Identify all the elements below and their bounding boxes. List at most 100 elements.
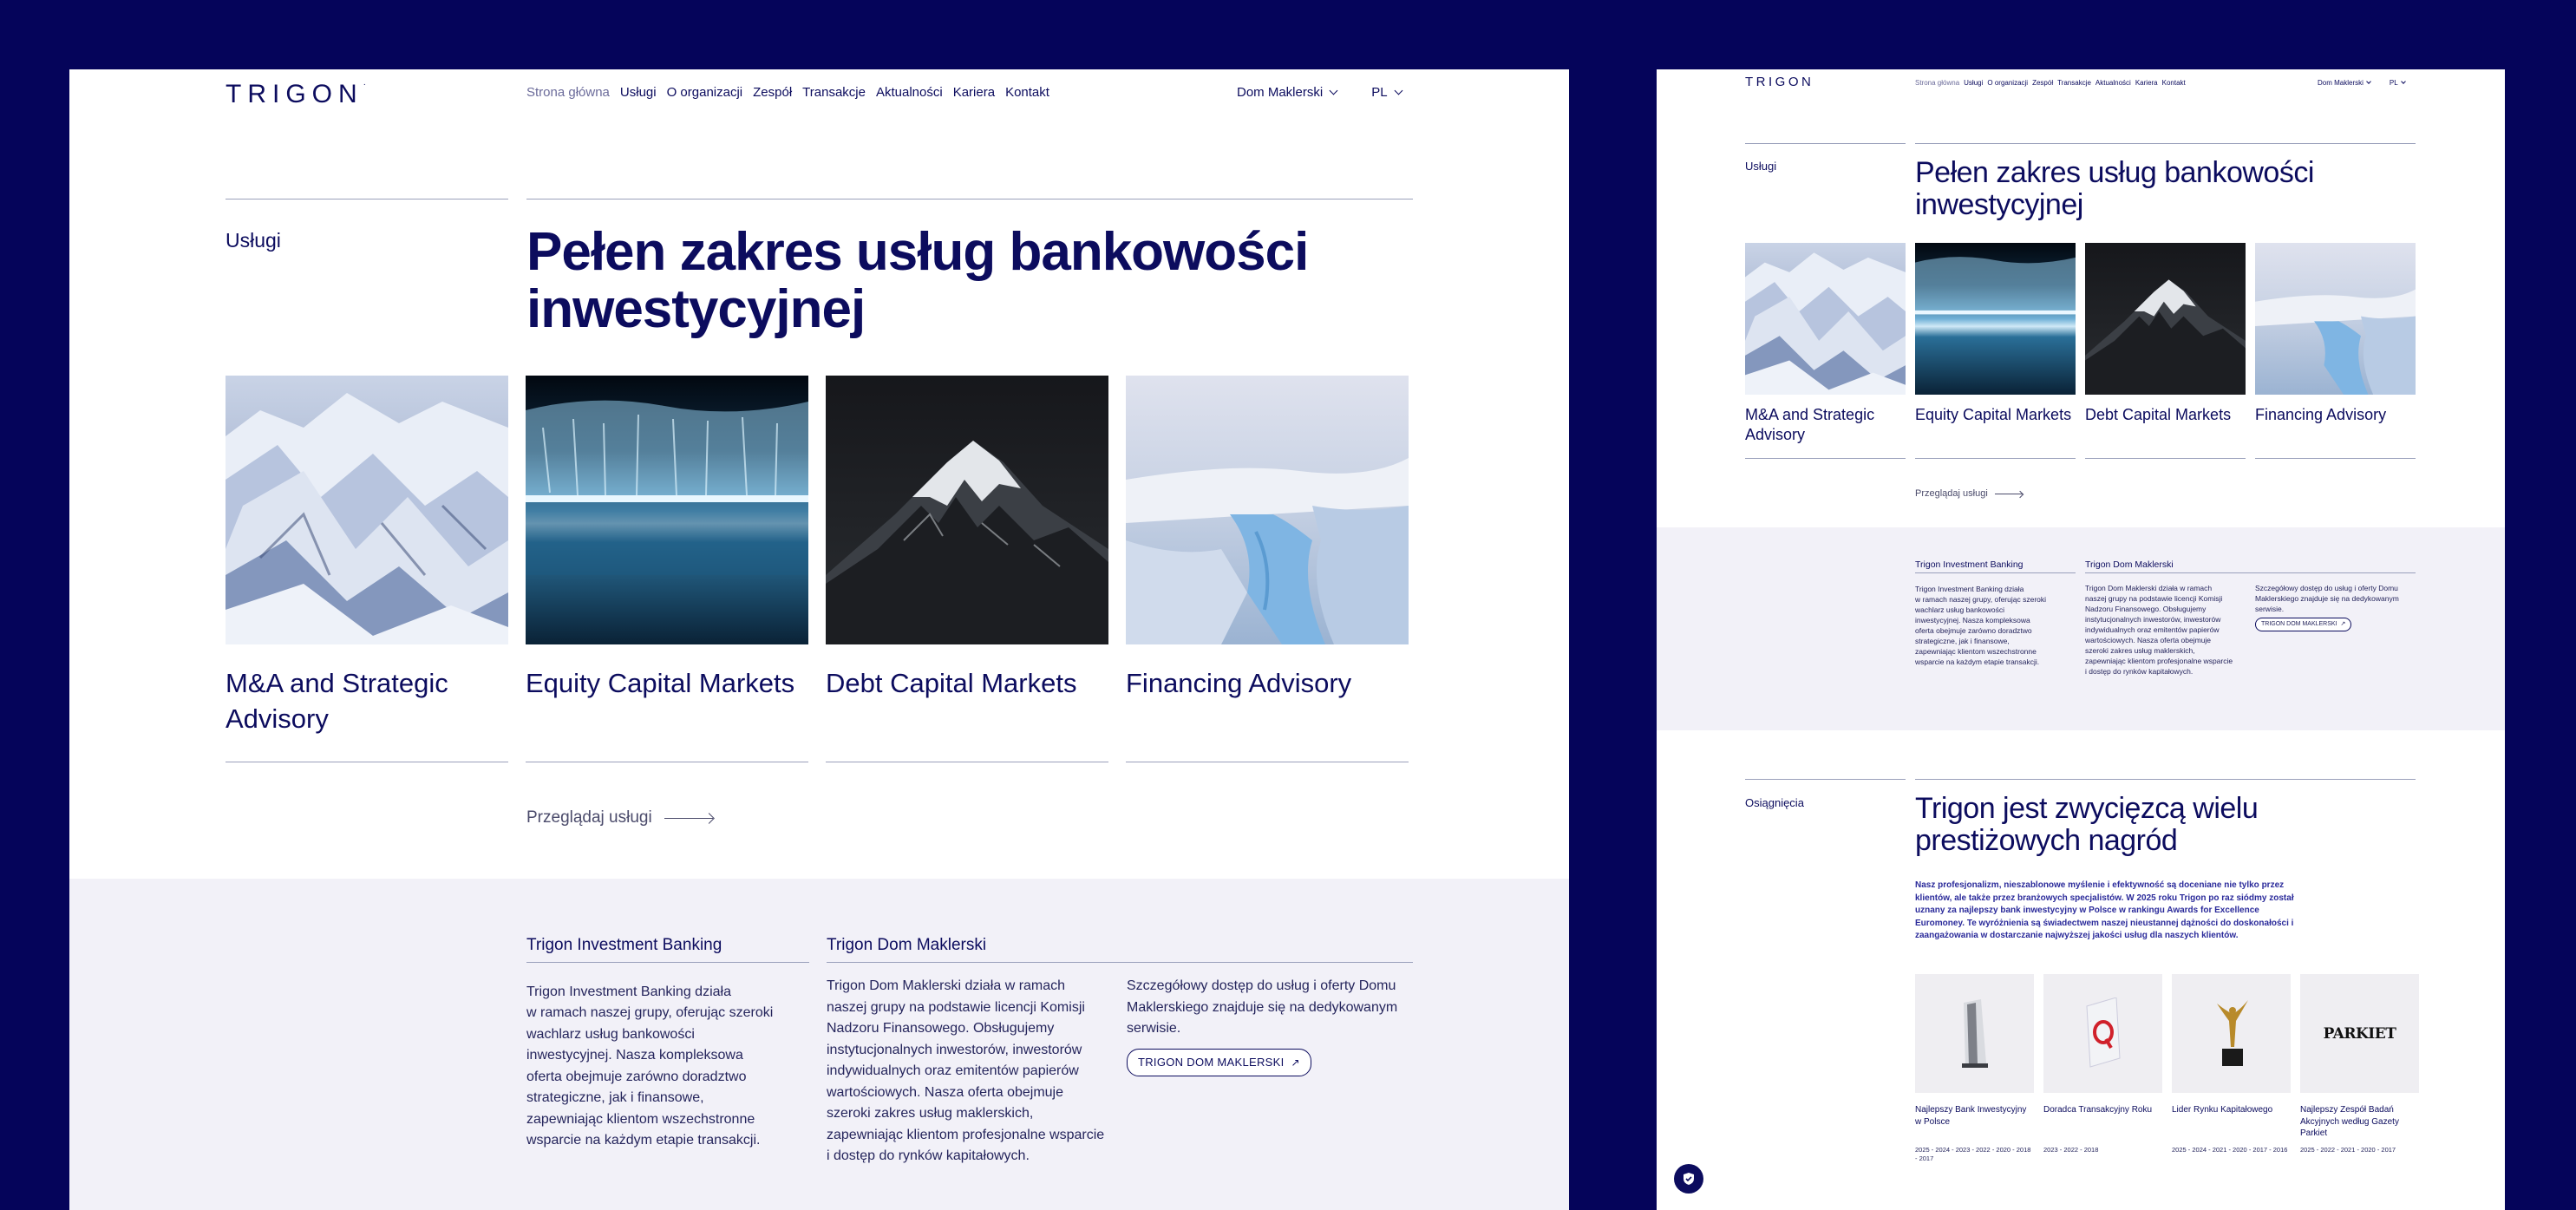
nav-about[interactable]: O organizacji <box>1987 79 2028 87</box>
service-card-title: Equity Capital Markets <box>526 665 808 762</box>
nav-news[interactable]: Aktualności <box>2095 79 2131 87</box>
service-card-financing[interactable]: Financing Advisory <box>2255 243 2416 459</box>
parkiet-logo-icon: PARKIET <box>2300 974 2419 1093</box>
award-years: 2025 - 2024 - 2023 - 2022 - 2020 - 2018 … <box>1915 1146 2031 1162</box>
chevron-down-icon <box>1394 86 1402 95</box>
nav-transactions[interactable]: Transakcje <box>2057 79 2091 87</box>
external-link-icon: ↗ <box>2340 621 2346 627</box>
service-card-title: Financing Advisory <box>1126 665 1409 762</box>
info-text: Szczegółowy dostęp do usług i oferty Dom… <box>2255 584 2399 613</box>
nav-contact[interactable]: Kontakt <box>2162 79 2186 87</box>
info-col-dm: Trigon Dom Maklerski <box>827 935 1413 982</box>
services-title: Pełen zakres usług bankowości inwestycyj… <box>526 222 1309 339</box>
info-heading: Trigon Investment Banking <box>526 935 809 963</box>
nav-right: Dom Maklerski PL <box>1237 85 1402 100</box>
scaled-page-preview: TRIGON Strona główna Usługi O organizacj… <box>1657 69 2505 1210</box>
nav-about[interactable]: O organizacji <box>667 85 743 100</box>
dark-peak-image <box>826 376 1108 644</box>
dom-maklerski-dropdown[interactable]: Dom Maklerski <box>2318 79 2371 87</box>
language-label: PL <box>2389 79 2398 87</box>
browse-services-link[interactable]: Przeglądaj usługi <box>526 808 713 827</box>
dark-peak-image <box>2085 243 2246 395</box>
nav-team[interactable]: Zespół <box>753 85 792 100</box>
service-card-ma[interactable]: M&A and Strategic Advisory <box>226 376 508 762</box>
section-label: Usługi <box>1745 160 1777 173</box>
shield-check-icon[interactable] <box>1674 1164 1703 1194</box>
trigon-logo[interactable]: TRIGON <box>1745 75 1814 89</box>
glacier-image <box>1915 243 2076 395</box>
ice-crevasse-image <box>1126 376 1409 644</box>
info-text: Szczegółowy dostęp do usług i oferty Dom… <box>1127 978 1398 1036</box>
info-col-dm-text: Trigon Dom Maklerski działa w ramach nas… <box>2085 583 2250 677</box>
nav-home[interactable]: Strona główna <box>1915 79 1959 87</box>
dropdown-label: Dom Maklerski <box>2318 79 2364 87</box>
nav-home[interactable]: Strona główna <box>526 85 610 100</box>
language-selector[interactable]: PL <box>2389 79 2406 87</box>
service-card-title: Equity Capital Markets <box>1915 405 2076 459</box>
info-col-dm-text: Trigon Dom Maklerski działa w ramach nas… <box>827 976 1113 1167</box>
dom-maklerski-button[interactable]: TRIGON DOM MAKLERSKI ↗ <box>1127 1048 1311 1076</box>
award-years: 2023 - 2022 - 2018 <box>2043 1146 2099 1154</box>
trigon-logo[interactable]: TRIGON· <box>226 80 372 109</box>
service-card-ma[interactable]: M&A and Strategic Advisory <box>1745 243 1906 459</box>
gold-figure-trophy-icon <box>2172 974 2291 1093</box>
nav-services[interactable]: Usługi <box>1964 79 1983 87</box>
section-label: Osiągnięcia <box>1745 796 1804 809</box>
award-name: Najlepszy Bank Inwestycyjny w Polsce <box>1915 1105 2027 1127</box>
dropdown-label: Dom Maklerski <box>1237 85 1324 100</box>
award-years: 2025 - 2022 - 2021 - 2020 - 2017 <box>2300 1146 2396 1154</box>
award-card: Najlepszy Bank Inwestycyjny w Polsce 202… <box>1915 974 2034 1163</box>
nav-career[interactable]: Kariera <box>953 85 995 100</box>
nav-career[interactable]: Kariera <box>2135 79 2158 87</box>
services-title: Pełen zakres usług bankowości inwestycyj… <box>1915 156 2314 221</box>
achievements-title: Trigon jest zwycięzcą wielu prestiżowych… <box>1915 792 2259 857</box>
button-label: TRIGON DOM MAKLERSKI <box>2261 621 2337 627</box>
info-heading: Trigon Dom Maklerski <box>2085 559 2416 573</box>
browse-label: Przeglądaj usługi <box>1915 488 1988 499</box>
divider <box>1745 143 1906 144</box>
award-name: Lider Rynku Kapitałowego <box>2172 1105 2273 1115</box>
award-years: 2025 - 2024 - 2021 - 2020 - 2017 - 2016 <box>2172 1146 2288 1154</box>
service-card-dcm[interactable]: Debt Capital Markets <box>826 376 1108 762</box>
service-card-title: Financing Advisory <box>2255 405 2416 459</box>
dom-maklerski-dropdown[interactable]: Dom Maklerski <box>1237 85 1338 100</box>
divider <box>1745 779 1906 780</box>
service-card-ecm[interactable]: Equity Capital Markets <box>1915 243 2076 459</box>
info-text: Trigon Dom Maklerski działa w ramach nas… <box>2085 584 2233 676</box>
red-glass-trophy-icon <box>2043 974 2162 1093</box>
nav-transactions[interactable]: Transakcje <box>802 85 866 100</box>
mountain-range-image <box>1745 243 1906 395</box>
browse-services-link[interactable]: Przeglądaj usługi <box>1915 488 2023 499</box>
main-menu: Strona główna Usługi O organizacji Zespó… <box>526 85 1060 100</box>
award-card: Lider Rynku Kapitałowego 2025 - 2024 - 2… <box>2172 974 2291 1163</box>
info-col-dm: Trigon Dom Maklerski <box>2085 559 2416 584</box>
divider <box>1915 143 2416 144</box>
award-card: Doradca Transakcyjny Roku 2023 - 2022 - … <box>2043 974 2162 1163</box>
service-card-title: Debt Capital Markets <box>826 665 1108 762</box>
info-heading: Trigon Dom Maklerski <box>827 935 1413 963</box>
service-card-financing[interactable]: Financing Advisory <box>1126 376 1409 762</box>
browse-label: Przeglądaj usługi <box>526 808 652 827</box>
awards-list: Najlepszy Bank Inwestycyjny w Polsce 202… <box>1915 974 2419 1163</box>
language-selector[interactable]: PL <box>1371 85 1402 100</box>
nav-right: Dom Maklerski PL <box>2318 79 2406 87</box>
nav-contact[interactable]: Kontakt <box>1005 85 1049 100</box>
button-label: TRIGON DOM MAKLERSKI <box>1138 1055 1285 1069</box>
nav-news[interactable]: Aktualności <box>876 85 943 100</box>
divider <box>1915 779 2416 780</box>
info-col-ib: Trigon Investment Banking Trigon Investm… <box>526 935 809 1152</box>
arrow-right-icon <box>664 817 713 819</box>
service-card-ecm[interactable]: Equity Capital Markets <box>526 376 808 762</box>
nav-services[interactable]: Usługi <box>620 85 657 100</box>
service-card-dcm[interactable]: Debt Capital Markets <box>2085 243 2246 459</box>
service-card-title: M&A and Strategic Advisory <box>1745 405 1906 459</box>
desktop-page: TRIGON· Strona główna Usługi O organizac… <box>69 69 1569 1210</box>
nav-team[interactable]: Zespół <box>2032 79 2053 87</box>
info-text: Trigon Investment Banking działa w ramac… <box>526 984 774 1148</box>
dom-maklerski-button[interactable]: TRIGON DOM MAKLERSKI ↗ <box>2255 618 2352 631</box>
award-name: Najlepszy Zespół Badań Akcyjnych według … <box>2300 1105 2399 1138</box>
info-heading: Trigon Investment Banking <box>1915 559 2076 573</box>
info-text: Trigon Investment Banking działa w ramac… <box>1915 585 2047 666</box>
chevron-down-icon <box>2366 79 2371 84</box>
external-link-icon: ↗ <box>1291 1056 1300 1069</box>
